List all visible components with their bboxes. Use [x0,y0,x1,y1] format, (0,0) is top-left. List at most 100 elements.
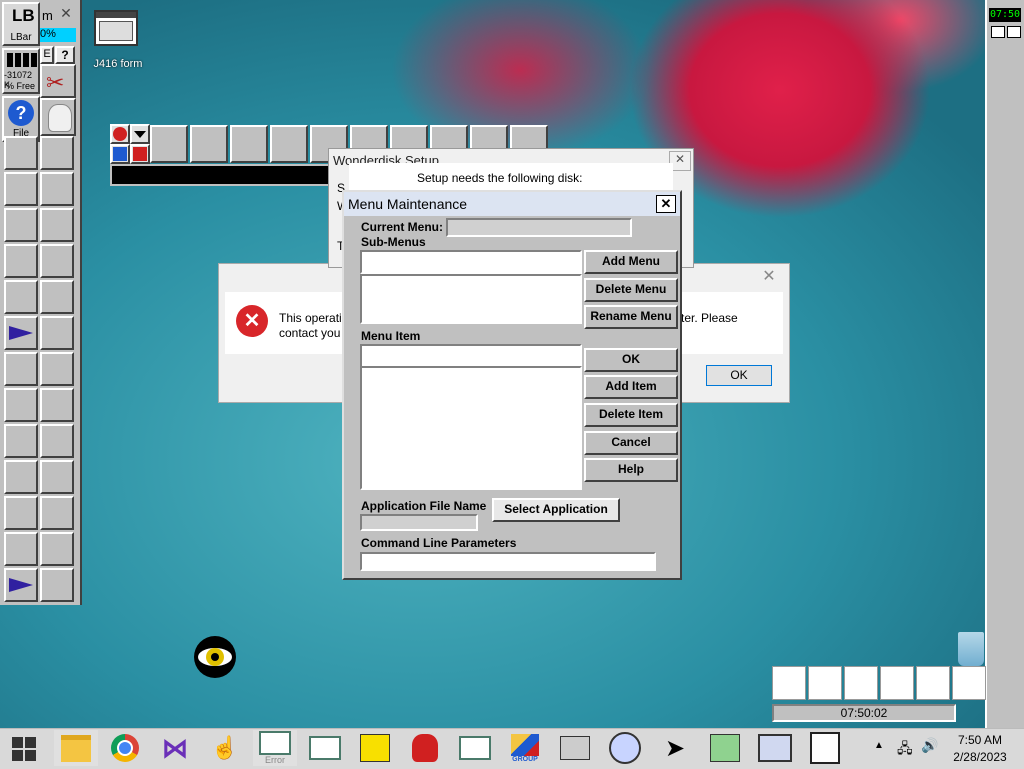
lbar-partial-e-button[interactable]: E [40,46,54,64]
submenu-input[interactable] [360,250,582,274]
lbar-slot[interactable] [4,136,38,170]
toolbar-exit-button[interactable] [130,144,150,164]
map-icon [710,734,740,762]
lbar-logo-button[interactable]: LB LBar [2,2,40,46]
lbar-slot[interactable] [40,496,74,530]
lbar-slot[interactable] [40,424,74,458]
delete-item-button[interactable]: Delete Item [584,403,678,427]
taskbar-file-explorer[interactable] [54,730,98,766]
clock-panel-slot[interactable] [772,666,806,700]
lbar-slot[interactable] [4,388,38,422]
taskbar-error-window[interactable]: Error [253,730,297,766]
error-ok-button[interactable]: OK [706,365,772,386]
menu-maintenance-close-icon[interactable]: ✕ [656,195,676,213]
delete-menu-button[interactable]: Delete Menu [584,278,678,302]
eye-icon[interactable] [194,636,236,678]
taskbar-cursor-app[interactable]: ☝ [203,730,247,766]
lbar-slot[interactable] [40,352,74,386]
group-icon [511,733,539,756]
cancel-button[interactable]: Cancel [584,431,678,455]
app-file-name-field[interactable] [360,514,478,531]
taskbar-window-2[interactable] [303,730,347,766]
lbar-slot[interactable] [40,136,74,170]
lbar-slot[interactable] [40,172,74,206]
taskbar-pointer[interactable]: ➤ [653,730,697,766]
info-icon [113,147,127,161]
toolbar-slot[interactable] [230,125,268,163]
tray-overflow-icon[interactable]: ▲ [874,740,884,751]
network-icon[interactable]: 🖧 [897,738,913,762]
right-panel-btn-1[interactable] [991,26,1005,38]
clock-panel-slot[interactable] [880,666,914,700]
clock-panel-slot[interactable] [952,666,986,700]
recycle-bin-icon[interactable] [958,632,984,666]
memory-free-label: % Free [6,81,36,91]
add-item-button[interactable]: Add Item [584,375,678,399]
taskbar-map[interactable] [703,730,747,766]
help-button[interactable]: Help [584,458,678,482]
lbar-help-button[interactable]: ? [55,46,75,64]
lbar-slot[interactable] [4,208,38,242]
lbar-slot[interactable] [40,388,74,422]
lbar-slot[interactable] [4,280,38,314]
cmd-params-field[interactable] [360,552,656,571]
lbar-slot[interactable] [40,316,74,350]
lbar-slot[interactable] [4,424,38,458]
lbar-partial-close-icon[interactable]: ✕ [56,5,76,23]
arrow-right-icon [9,578,33,592]
menu-item-input[interactable] [360,344,582,368]
lbar-slot[interactable] [4,352,38,386]
taskbar-notes[interactable] [353,730,397,766]
lbar-partial-pct: 0% [40,28,76,42]
ok-button[interactable]: OK [584,348,678,372]
duck-app-button[interactable] [40,98,76,136]
toolbar-target-button[interactable] [110,124,130,144]
taskbar-date[interactable]: 2/28/2023 [944,750,1016,764]
lbar-arrow-button[interactable] [4,568,38,602]
taskbar-document[interactable] [803,730,847,766]
clock-panel-slot[interactable] [844,666,878,700]
taskbar-disk[interactable] [603,730,647,766]
volume-icon[interactable]: 🔊 [921,737,938,754]
taskbar-character-app[interactable] [403,730,447,766]
lbar-slot[interactable] [40,244,74,278]
submenus-label: Sub-Menus [361,235,426,249]
lbar-slot[interactable] [40,460,74,494]
window-cursor-icon [758,734,792,762]
toolbar-dropdown-button[interactable] [130,124,150,144]
lbar-slot[interactable] [40,280,74,314]
clock-panel-slot[interactable] [808,666,842,700]
lbar-slot[interactable] [4,460,38,494]
lbar-slot[interactable] [4,532,38,566]
current-menu-label: Current Menu: [361,220,443,234]
right-panel-btn-2[interactable] [1007,26,1021,38]
toolbar-slot[interactable] [150,125,188,163]
lbar-slot[interactable] [40,532,74,566]
taskbar-window-3[interactable] [453,730,497,766]
tools-button[interactable]: ✂ [40,64,76,98]
lbar-slot[interactable] [4,496,38,530]
lbar-slot[interactable] [40,208,74,242]
taskbar-visual-studio[interactable]: ⋈ [153,730,197,766]
lbar-slot[interactable] [4,244,38,278]
taskbar-window-app[interactable] [753,730,797,766]
toolbar-info-button[interactable] [110,144,130,164]
clock-panel-slot[interactable] [916,666,950,700]
menu-item-list[interactable] [360,366,582,490]
lbar-slot[interactable] [40,568,74,602]
toolbar-slot[interactable] [270,125,308,163]
toolbar-slot[interactable] [190,125,228,163]
add-menu-button[interactable]: Add Menu [584,250,678,274]
lbar-slot[interactable] [4,172,38,206]
start-button[interactable] [0,731,48,767]
taskbar-group[interactable]: GROUP [503,730,547,766]
lbar-arrow-button[interactable] [4,316,38,350]
error-dialog-close-icon[interactable]: ✕ [754,266,784,286]
select-application-button[interactable]: Select Application [492,498,620,522]
rename-menu-button[interactable]: Rename Menu [584,305,678,329]
taskbar-time[interactable]: 7:50 AM [944,733,1016,747]
desktop-icon-j416-form[interactable]: J416 form [88,10,148,75]
taskbar-printer[interactable] [553,730,597,766]
taskbar-chrome[interactable] [103,730,147,766]
submenu-list[interactable] [360,274,582,324]
